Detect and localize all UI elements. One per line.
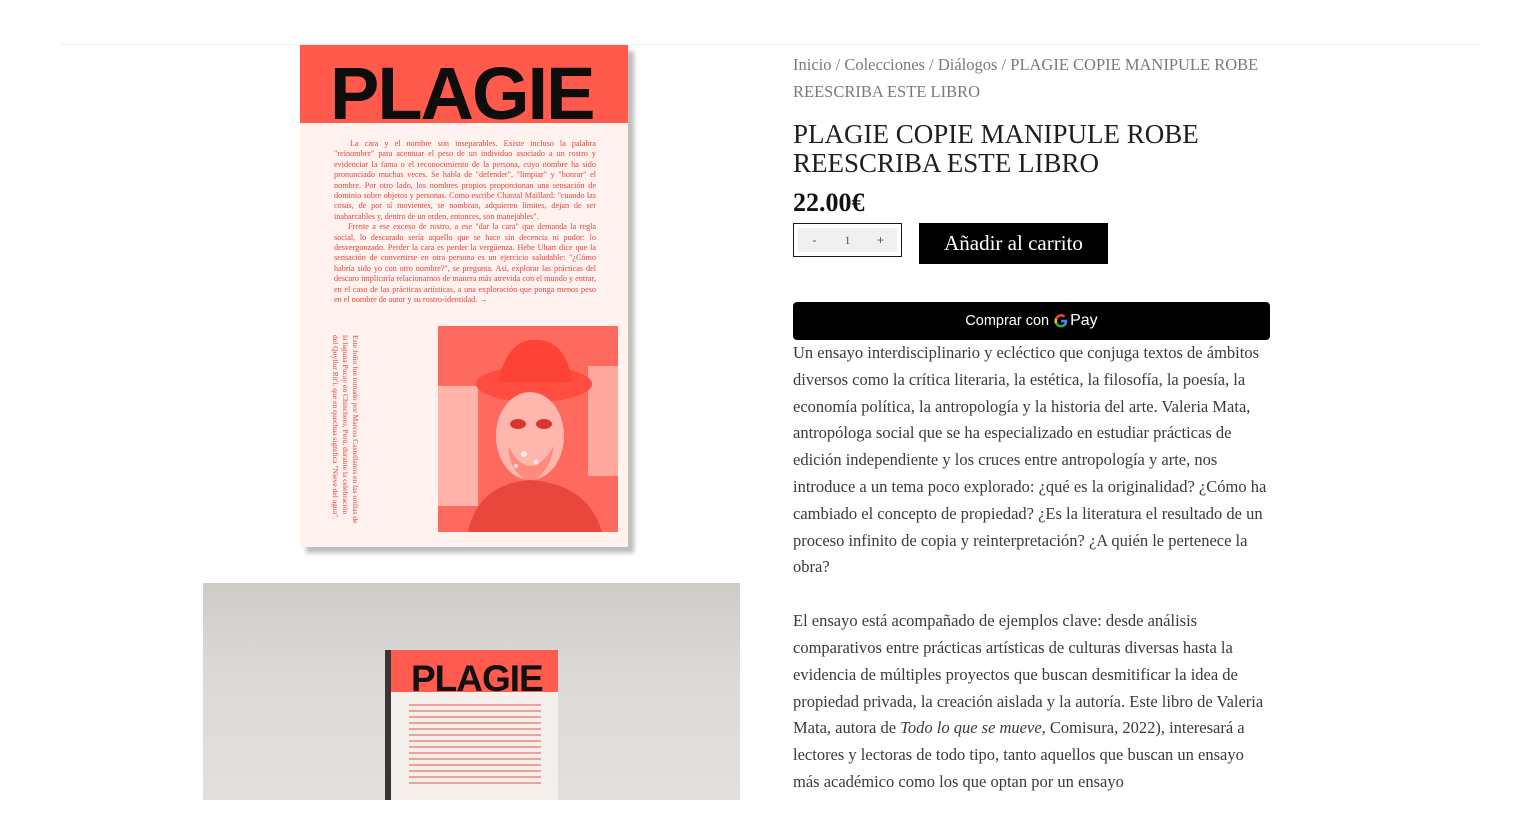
text-line (409, 746, 541, 748)
text-line (409, 704, 541, 706)
google-pay-word: Pay (1070, 312, 1098, 329)
text-line (409, 782, 541, 784)
product-description: Un ensayo interdisciplinario y ecléctico… (793, 340, 1271, 818)
breadcrumb: Inicio / Colecciones / Diálogos / PLAGIE… (793, 52, 1271, 105)
quantity-stepper: - 1 + (793, 223, 902, 257)
text-line (409, 710, 541, 712)
cover-side-caption: Este folio fue tomado por Marcos Castell… (330, 335, 360, 525)
photo-book-title: PLAGIE (411, 658, 544, 699)
google-pay-button[interactable]: Comprar con Pay (793, 302, 1270, 340)
quantity-increase-button[interactable]: + (864, 233, 897, 247)
book-cover: PLAGIE La cara y el nombre son inseparab… (300, 45, 628, 547)
breadcrumb-separator: / (929, 55, 938, 74)
description-paragraph: El ensayo está acompañado de ejemplos cl… (793, 608, 1271, 796)
description-book-title: Todo lo que se mueve (900, 718, 1042, 738)
text-line (409, 752, 541, 754)
text-line (409, 728, 541, 730)
quantity-decrease-button[interactable]: - (798, 233, 831, 247)
description-paragraph: Un ensayo interdisciplinario y ecléctico… (793, 343, 1267, 577)
text-line (409, 734, 541, 736)
cover-paragraph: La cara y el nombre son inseparables. Ex… (334, 139, 596, 221)
text-line (409, 716, 541, 718)
quantity-stepper-inner: - 1 + (798, 228, 897, 252)
cover-side-text: Este folio fue tomado por Marcos Castell… (331, 335, 360, 524)
text-line (409, 758, 541, 760)
cover-title: PLAGIE (330, 52, 595, 135)
header-divider (60, 44, 1478, 45)
product-image-cover[interactable]: PLAGIE La cara y el nombre son inseparab… (300, 45, 634, 553)
breadcrumb-item-dialogos[interactable]: Diálogos (938, 55, 998, 74)
add-to-cart-button[interactable]: Añadir al carrito (919, 223, 1108, 264)
google-pay-label: Comprar con (965, 313, 1050, 329)
breadcrumb-item-inicio[interactable]: Inicio (793, 55, 832, 74)
product-image-photo[interactable]: PLAGIE (203, 583, 740, 800)
text-line (409, 722, 541, 724)
text-line (409, 770, 541, 772)
google-g-icon (1054, 314, 1068, 328)
quantity-input[interactable]: 1 (831, 233, 864, 248)
text-line (409, 776, 541, 778)
portrait-illustration (438, 326, 618, 532)
breadcrumb-item-colecciones[interactable]: Colecciones (844, 55, 925, 74)
breadcrumb-separator: / (1001, 55, 1011, 74)
product-title: PLAGIE COPIE MANIPULE ROBE REESCRIBA EST… (793, 119, 1199, 178)
text-line (409, 740, 541, 742)
cover-text: La cara y el nombre son inseparables. Ex… (334, 139, 596, 306)
text-line (409, 764, 541, 766)
photo-book: PLAGIE (391, 650, 558, 800)
cover-portrait-photo (438, 326, 618, 532)
cover-paragraph: Frente a ese exceso de rostro, a ese "da… (334, 222, 596, 305)
product-price: 22.00€ (793, 188, 865, 217)
photo-book-text-lines (409, 704, 541, 788)
